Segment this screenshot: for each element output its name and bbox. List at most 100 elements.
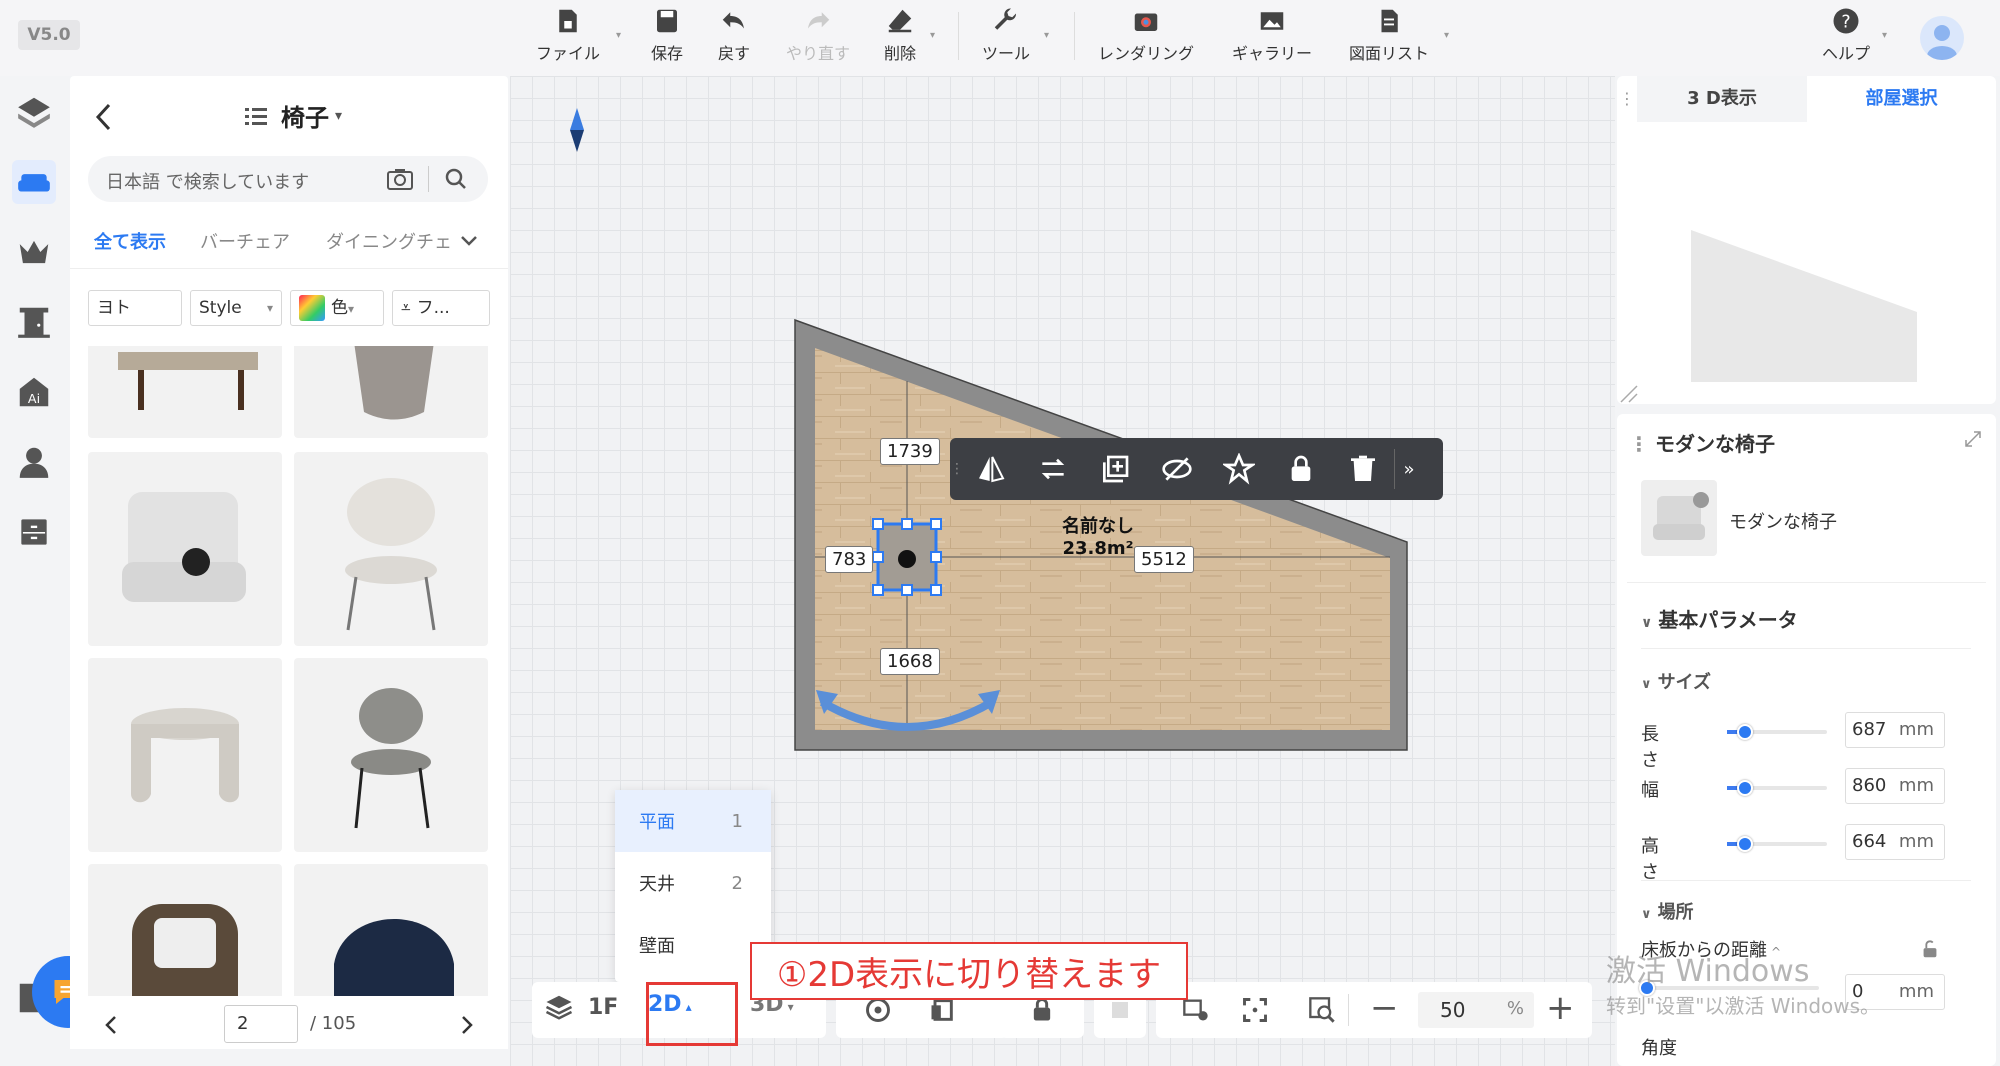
search-input[interactable]: 日本語 で検索しています — [106, 168, 309, 194]
param-length-slider[interactable] — [1727, 724, 1827, 740]
drawings-caret-icon[interactable]: ▾ — [1444, 30, 1449, 41]
target-icon[interactable] — [864, 996, 892, 1024]
save-button[interactable]: 保存 — [651, 6, 683, 64]
product-tile[interactable] — [88, 452, 282, 646]
more-icon[interactable] — [1108, 996, 1132, 1024]
param-length-input[interactable]: 687 mm — [1845, 712, 1945, 748]
param-width-input[interactable]: 860 mm — [1845, 768, 1945, 804]
zoom-out-button[interactable]: − — [1370, 988, 1399, 1028]
product-tile[interactable] — [88, 864, 282, 996]
zoom-input[interactable]: 50 % — [1418, 992, 1534, 1028]
rail-user-button[interactable] — [12, 440, 56, 484]
tab-3d-view[interactable]: 3 D表示 — [1637, 76, 1807, 122]
section-basic[interactable]: ∨ 基本パラメータ — [1641, 604, 1798, 633]
tools-caret-icon[interactable]: ▾ — [1044, 30, 1049, 41]
copy-button[interactable] — [1084, 438, 1146, 500]
left-rail: Ai — [0, 76, 68, 1066]
back-arrow-icon[interactable] — [94, 102, 114, 132]
tab-dining[interactable]: ダイニングチェ — [326, 228, 452, 254]
prev-page-icon[interactable] — [104, 1015, 118, 1035]
unlock-icon[interactable] — [1919, 938, 1941, 960]
size-filter[interactable]: ヨト — [88, 290, 182, 326]
param-height-slider[interactable] — [1727, 836, 1827, 852]
style-filter[interactable]: Style ▾ — [190, 290, 282, 326]
tab-barchair[interactable]: バーチェア — [200, 228, 290, 254]
section-place[interactable]: ∨ 場所 — [1641, 898, 1694, 924]
drag-handle-icon[interactable]: ⋮ — [1617, 76, 1637, 122]
floor-selector[interactable]: 1F — [544, 992, 618, 1022]
section-size[interactable]: ∨ サイズ — [1641, 668, 1711, 694]
camera-search-icon[interactable] — [386, 167, 414, 191]
render-button[interactable]: レンダリング — [1098, 6, 1194, 64]
file-caret-icon[interactable]: ▾ — [616, 30, 621, 41]
view-menu-item-wall[interactable]: 壁面 — [615, 914, 771, 976]
copy-icon[interactable] — [928, 996, 956, 1024]
rail-crown-button[interactable] — [12, 230, 56, 274]
tab-all[interactable]: 全て表示 — [94, 228, 166, 254]
redo-button[interactable]: やり直す — [786, 6, 850, 64]
fit-screen-icon[interactable] — [1240, 996, 1270, 1024]
dim-right[interactable]: 5512 — [1134, 546, 1194, 573]
next-page-icon[interactable] — [460, 1015, 474, 1035]
param-width-slider[interactable] — [1727, 780, 1827, 796]
view-menu-item-ceiling[interactable]: 天井 2 — [615, 852, 771, 914]
rail-ai-button[interactable]: Ai — [12, 370, 56, 414]
floor-distance-slider[interactable] — [1639, 980, 1819, 996]
rail-furniture-button[interactable] — [12, 160, 56, 204]
product-tile[interactable] — [294, 452, 488, 646]
room-preview[interactable] — [1617, 122, 1996, 404]
category-title[interactable]: 椅子 ▾ — [245, 98, 342, 133]
tab-room-select[interactable]: 部屋選択 — [1807, 76, 1996, 122]
search-icon[interactable] — [444, 167, 468, 191]
view-menu-item-plan[interactable]: 平面 1 — [615, 790, 771, 852]
drag-handle-icon[interactable]: ⋮ — [950, 461, 964, 477]
mirror-button[interactable] — [960, 438, 1022, 500]
rail-door-button[interactable] — [12, 300, 56, 344]
navy-chair-thumbnail — [334, 919, 454, 996]
angle-label: 角度 — [1641, 1038, 1677, 1059]
drag-handle-icon[interactable]: ⋮ — [1629, 432, 1649, 456]
drawings-button[interactable]: 図面リスト — [1349, 6, 1429, 64]
product-tile[interactable] — [294, 864, 488, 996]
expand-diagonal-icon[interactable] — [1964, 430, 1982, 448]
user-avatar[interactable] — [1920, 16, 1964, 60]
lock-icon[interactable] — [1028, 996, 1056, 1024]
delete-button[interactable]: 削除 — [884, 6, 916, 64]
tools-button[interactable]: ツール — [982, 6, 1030, 64]
color-filter[interactable]: 色▾ — [290, 290, 384, 326]
product-tile[interactable] — [88, 346, 282, 438]
favorite-button[interactable] — [1208, 438, 1270, 500]
product-tile[interactable] — [88, 658, 282, 852]
chevron-down-icon[interactable] — [460, 234, 478, 248]
hide-button[interactable] — [1146, 438, 1208, 500]
trash-button[interactable] — [1332, 438, 1394, 500]
help-caret-icon[interactable]: ▾ — [1882, 30, 1887, 41]
zoom-bar: − 50 % + — [1156, 982, 1592, 1038]
floor-distance-input[interactable]: 0 mm — [1845, 974, 1945, 1010]
gallery-button[interactable]: ギャラリー — [1232, 6, 1312, 64]
dim-left[interactable]: 783 — [825, 546, 874, 573]
screenshot-settings-icon[interactable] — [1180, 996, 1212, 1024]
dim-top[interactable]: 1739 — [880, 438, 940, 465]
search-box[interactable]: 日本語 で検索しています — [88, 156, 488, 202]
delete-caret-icon[interactable]: ▾ — [930, 30, 935, 41]
lock-button[interactable] — [1270, 438, 1332, 500]
zoom-in-button[interactable]: + — [1546, 988, 1575, 1028]
undo-button[interactable]: 戻す — [718, 6, 750, 64]
page-input[interactable]: 2 — [224, 1005, 298, 1043]
expand-icon[interactable]: » — [1395, 459, 1423, 480]
rail-cabinet-button[interactable] — [12, 510, 56, 554]
dim-bottom[interactable]: 1668 — [880, 648, 940, 675]
annotation-highlight — [646, 982, 738, 1046]
replace-button[interactable] — [1022, 438, 1084, 500]
help-button[interactable]: ? ヘルプ — [1822, 6, 1870, 64]
zoom-area-icon[interactable] — [1306, 996, 1338, 1024]
more-filter[interactable]: ⩡ フ... — [392, 290, 490, 326]
product-tile[interactable] — [294, 658, 488, 852]
param-height-input[interactable]: 664 mm — [1845, 824, 1945, 860]
file-button[interactable]: ファイル — [536, 6, 600, 64]
user-icon — [19, 447, 49, 478]
rail-floorplan-button[interactable] — [12, 90, 56, 134]
product-tile[interactable] — [294, 346, 488, 438]
chair-gray-thumbnail — [354, 346, 434, 420]
